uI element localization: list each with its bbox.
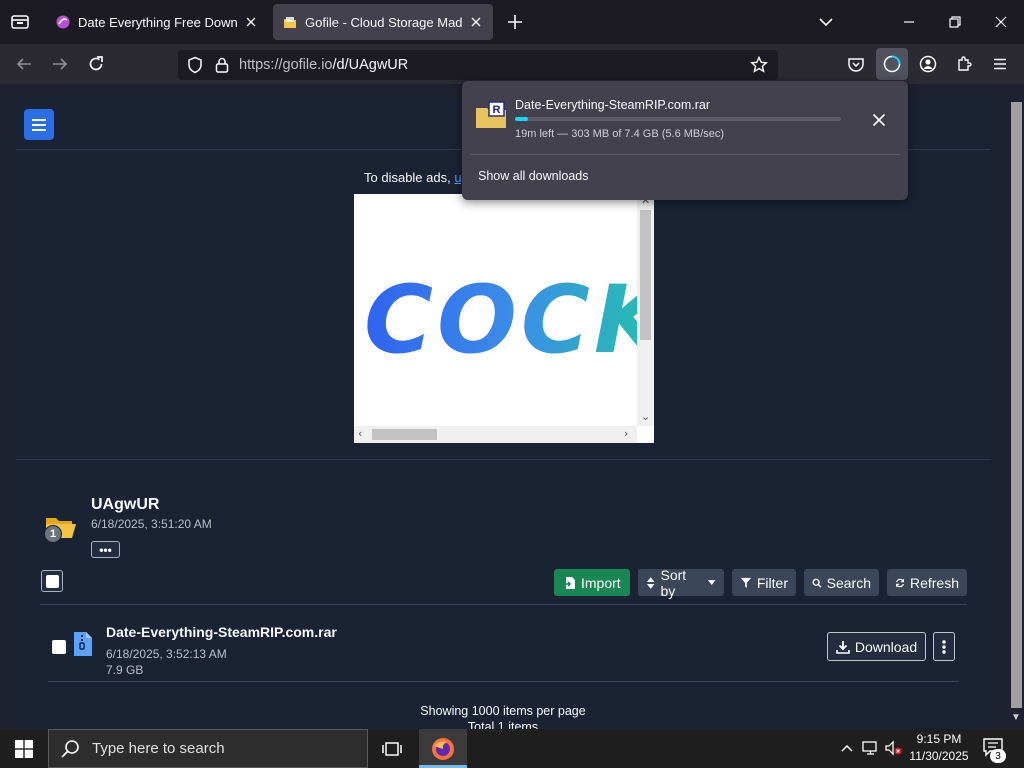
pocket-icon[interactable] xyxy=(844,52,868,76)
import-button[interactable]: Import xyxy=(554,569,630,596)
download-file-name[interactable]: Date-Everything-SteamRIP.com.rar xyxy=(515,98,710,112)
lock-icon[interactable] xyxy=(213,56,231,74)
file-date: 6/18/2025, 3:52:13 AM xyxy=(106,647,227,661)
file-options-button[interactable] xyxy=(933,632,955,661)
notification-count-badge: 3 xyxy=(990,749,1006,763)
downloads-panel: R Date-Everything-SteamRIP.com.rar 19m l… xyxy=(462,81,908,200)
download-progress-bar xyxy=(515,117,841,121)
back-arrow-icon[interactable] xyxy=(12,52,36,76)
divider xyxy=(40,604,967,605)
scrollbar-thumb[interactable] xyxy=(372,429,437,440)
clock-time[interactable]: 9:15 PM xyxy=(905,732,973,746)
firefox-taskbar-icon[interactable] xyxy=(419,729,467,768)
tab-close-icon[interactable] xyxy=(469,15,483,29)
scrollbar-thumb[interactable] xyxy=(1011,102,1022,708)
download-icon xyxy=(836,640,850,654)
refresh-icon xyxy=(895,578,905,587)
total-items-text: Total 1 items xyxy=(467,720,539,729)
address-bar[interactable]: https://gofile.io/d/UAgwUR xyxy=(178,50,778,80)
sidebar-toggle-button[interactable] xyxy=(24,109,54,140)
ad-iframe[interactable]: COCK ✕ ⌄ ‹ › xyxy=(354,194,654,443)
gofile-favicon-icon xyxy=(284,17,296,28)
task-view-icon[interactable] xyxy=(378,737,406,761)
filter-button[interactable]: Filter xyxy=(732,569,796,596)
restore-icon[interactable] xyxy=(943,10,967,34)
tab-gofile[interactable]: Gofile - Cloud Storage Made Simple xyxy=(273,4,493,40)
taskbar-search-placeholder: Type here to search xyxy=(92,740,225,757)
tab-title: Date Everything Free Download xyxy=(78,14,238,30)
file-size: 7.9 GB xyxy=(106,663,144,677)
scrollbar-corner xyxy=(637,426,654,443)
account-icon[interactable] xyxy=(916,52,940,76)
divider xyxy=(16,459,991,460)
caret-down-icon xyxy=(707,579,716,585)
shield-icon[interactable] xyxy=(186,56,204,74)
items-per-page-text: Showing 1000 items per page xyxy=(420,704,586,718)
chevron-down-icon[interactable] xyxy=(817,12,835,32)
divider xyxy=(470,154,900,155)
select-all-checkbox[interactable] xyxy=(41,570,63,592)
scrollbar-thumb[interactable] xyxy=(640,210,651,340)
tab-close-icon[interactable] xyxy=(244,15,258,29)
sort-icon xyxy=(646,576,655,589)
reload-icon[interactable] xyxy=(84,52,108,76)
filter-icon xyxy=(740,577,752,588)
network-icon[interactable] xyxy=(862,739,880,757)
close-window-icon[interactable] xyxy=(989,10,1013,34)
search-button[interactable]: Search xyxy=(804,569,879,596)
forward-arrow-icon[interactable] xyxy=(48,52,72,76)
firefox-view-icon[interactable] xyxy=(8,9,32,35)
tab-title: Gofile - Cloud Storage Made Simple xyxy=(305,14,463,30)
page-scrollbar[interactable]: ▼ xyxy=(1007,84,1024,729)
import-icon xyxy=(563,576,575,589)
hamburger-icon xyxy=(32,118,46,131)
cancel-download-icon[interactable] xyxy=(869,110,889,130)
scroll-right-icon[interactable]: › xyxy=(624,427,628,440)
file-checkbox[interactable] xyxy=(52,640,66,654)
folder-date: 6/18/2025, 3:51:20 AM xyxy=(91,517,212,531)
tab-date-everything[interactable]: Date Everything Free Download xyxy=(46,4,268,40)
download-status: 19m left — 303 MB of 7.4 GB (5.6 MB/sec) xyxy=(515,128,725,140)
extensions-icon[interactable] xyxy=(952,52,976,76)
show-all-downloads-button[interactable]: Show all downloads xyxy=(478,169,589,183)
scroll-down-icon[interactable]: ⌄ xyxy=(641,410,650,423)
folder-count-badge: 1 xyxy=(44,525,62,543)
ad-vertical-scrollbar[interactable]: ✕ ⌄ xyxy=(637,194,654,426)
steamrip-favicon-icon xyxy=(56,15,70,29)
clock-date[interactable]: 11/30/2025 xyxy=(905,749,973,763)
ad-banner-text[interactable]: COCK xyxy=(364,274,654,368)
tab-bar: Date Everything Free Download Gofile - C… xyxy=(0,0,1024,44)
archive-file-icon xyxy=(74,632,92,656)
url-text[interactable]: https://gofile.io/d/UAgwUR xyxy=(239,57,408,73)
file-name-link[interactable]: Date-Everything-SteamRIP.com.rar xyxy=(106,624,337,640)
windows-taskbar: Type here to search 9:15 PM 11/30/2025 3 xyxy=(0,729,1024,768)
svg-text:R: R xyxy=(493,104,501,116)
folder-options-button[interactable]: ••• xyxy=(91,541,120,558)
downloads-button[interactable] xyxy=(876,48,908,80)
download-button[interactable]: Download xyxy=(827,632,926,661)
windows-start-icon[interactable] xyxy=(0,729,48,768)
ad-horizontal-scrollbar[interactable]: ‹ › xyxy=(354,426,637,443)
divider xyxy=(48,681,959,682)
rar-archive-icon: R xyxy=(476,101,506,128)
refresh-button[interactable]: Refresh xyxy=(887,569,967,596)
minimize-icon[interactable] xyxy=(897,10,921,34)
sort-by-button[interactable]: Sort by xyxy=(638,567,724,599)
ad-notice: To disable ads, up xyxy=(364,170,469,185)
search-icon xyxy=(61,739,79,758)
bookmark-star-icon[interactable] xyxy=(750,56,768,74)
new-tab-icon[interactable] xyxy=(505,12,525,32)
navigation-toolbar: https://gofile.io/d/UAgwUR xyxy=(0,44,1024,84)
search-icon xyxy=(812,578,822,588)
chevron-up-icon[interactable] xyxy=(838,739,856,757)
download-progress-icon xyxy=(883,55,901,73)
taskbar-search-box[interactable]: Type here to search xyxy=(48,729,368,768)
scroll-down-icon[interactable]: ▼ xyxy=(1011,712,1021,723)
folder-title: UAgwUR xyxy=(91,496,160,513)
kebab-menu-icon xyxy=(942,639,946,654)
hamburger-menu-icon[interactable] xyxy=(988,52,1012,76)
volume-muted-icon[interactable] xyxy=(885,739,903,757)
scroll-left-icon[interactable]: ‹ xyxy=(358,427,362,440)
